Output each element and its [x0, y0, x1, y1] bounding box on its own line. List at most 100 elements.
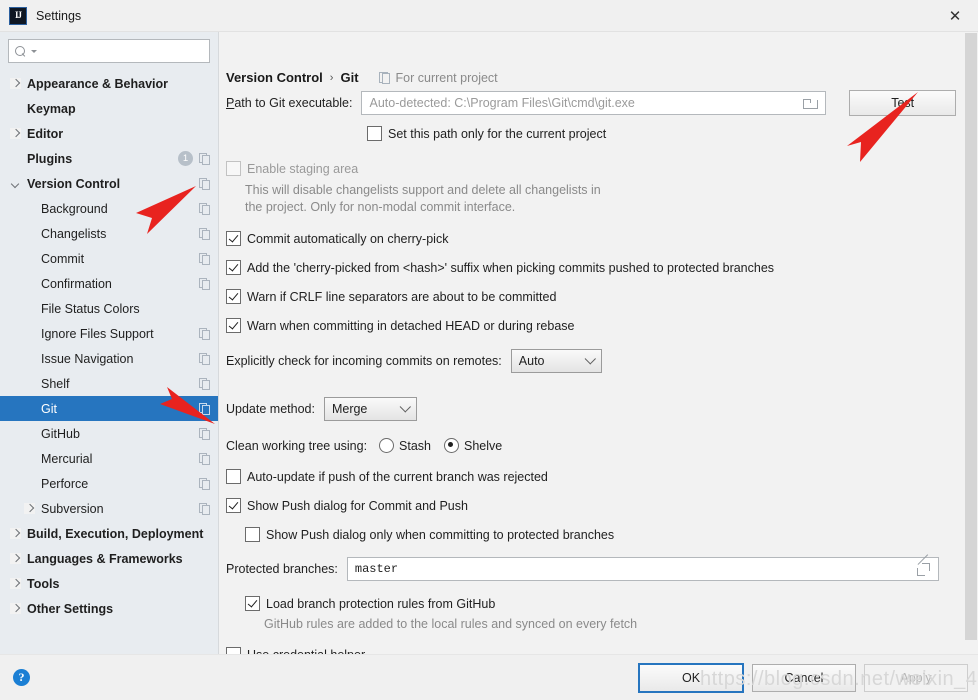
settings-tree: Appearance & Behavior Keymap Editor Plugins… [0, 69, 218, 654]
add-cherry-suffix-label: Add the 'cherry-picked from <hash>' suff… [247, 260, 775, 275]
sidebar-item-background[interactable]: Background [0, 196, 218, 221]
sidebar-item-mercurial[interactable]: Mercurial [0, 446, 218, 471]
add-cherry-suffix-checkbox[interactable] [226, 260, 241, 275]
sidebar-item-plugins[interactable]: Plugins 1 [0, 146, 218, 171]
sidebar-item-perforce[interactable]: Perforce [0, 471, 218, 496]
window-body: Appearance & Behavior Keymap Editor Plugins… [0, 32, 978, 654]
warn-crlf-row[interactable]: Warn if CRLF line separators are about t… [226, 289, 956, 304]
sidebar-item-commit[interactable]: Commit [0, 246, 218, 271]
enable-staging-hint-line2: the project. Only for non-modal commit i… [245, 200, 516, 214]
copy-settings-icon [378, 72, 390, 84]
warn-detached-head-row[interactable]: Warn when committing in detached HEAD or… [226, 318, 956, 333]
warn-detached-head-label: Warn when committing in detached HEAD or… [247, 318, 575, 333]
commit-auto-cherry-checkbox[interactable] [226, 231, 241, 246]
path-to-git-input[interactable]: Auto-detected: C:\Program Files\Git\cmd\… [361, 91, 827, 115]
folder-icon[interactable] [803, 98, 819, 109]
watermark-text: https://blog.csdn.net/weixin_47499953 [700, 668, 978, 690]
sidebar-item-icons [199, 246, 210, 271]
sidebar-item-shelf[interactable]: Shelf [0, 371, 218, 396]
chevron-right-icon[interactable] [10, 578, 21, 589]
sidebar-item-build-execution-deployment[interactable]: Build, Execution, Deployment [0, 521, 218, 546]
update-count-badge: 1 [178, 151, 193, 166]
sidebar-item-changelists[interactable]: Changelists [0, 221, 218, 246]
sidebar-item-label: Appearance & Behavior [27, 76, 169, 91]
sidebar-item-label: GitHub [41, 426, 80, 441]
clean-tree-shelve-radio[interactable] [444, 438, 460, 453]
clean-working-tree-label: Clean working tree using: [226, 438, 368, 453]
sidebar-item-icons [199, 496, 210, 521]
add-cherry-suffix-row[interactable]: Add the 'cherry-picked from <hash>' suff… [226, 260, 956, 275]
breadcrumb-separator: › [329, 71, 334, 84]
chevron-right-icon[interactable] [10, 78, 21, 89]
sidebar-item-label: Ignore Files Support [41, 326, 154, 341]
sidebar-item-label: Languages & Frameworks [27, 551, 183, 566]
warn-detached-head-checkbox[interactable] [226, 318, 241, 333]
sidebar-item-label: Mercurial [41, 451, 93, 466]
sidebar-item-confirmation[interactable]: Confirmation [0, 271, 218, 296]
sidebar-item-github[interactable]: GitHub [0, 421, 218, 446]
sidebar-item-languages-frameworks[interactable]: Languages & Frameworks [0, 546, 218, 571]
test-button[interactable]: Test [849, 90, 956, 116]
sidebar-item-icons [199, 171, 210, 196]
chevron-right-icon[interactable] [24, 503, 35, 514]
chevron-down-icon[interactable] [10, 178, 21, 189]
help-icon[interactable]: ? [13, 669, 30, 686]
sidebar-item-version-control[interactable]: Version Control [0, 171, 218, 196]
sidebar-item-label: Changelists [41, 226, 107, 241]
sidebar-item-file-status-colors[interactable]: File Status Colors [0, 296, 218, 321]
show-push-protected-checkbox[interactable] [245, 527, 260, 542]
scope-indicator: For current project [378, 71, 498, 85]
set-path-only-label: Set this path only for the current proje… [388, 126, 607, 141]
chevron-right-icon[interactable] [10, 553, 21, 564]
sidebar-item-issue-navigation[interactable]: Issue Navigation [0, 346, 218, 371]
update-method-select[interactable]: Merge [323, 397, 417, 421]
update-method-label: Update method: [226, 402, 315, 416]
incoming-commits-label: Explicitly check for incoming commits on… [226, 354, 502, 368]
sidebar-item-tools[interactable]: Tools [0, 571, 218, 596]
sidebar-item-label: Subversion [41, 501, 104, 516]
use-credential-helper-row[interactable]: Use credential helper [226, 647, 956, 654]
sidebar-item-icons [199, 221, 210, 246]
clean-tree-stash-radio[interactable] [379, 438, 395, 453]
project-settings-icon [199, 378, 210, 390]
set-path-only-checkbox[interactable] [367, 126, 382, 141]
sidebar-item-git[interactable]: Git [0, 396, 218, 421]
sidebar-item-subversion[interactable]: Subversion [0, 496, 218, 521]
sidebar-item-keymap[interactable]: Keymap [0, 96, 218, 121]
scrollbar-thumb[interactable] [965, 33, 977, 640]
load-branch-rules-label: Load branch protection rules from GitHub [266, 596, 496, 611]
show-push-dialog-checkbox[interactable] [226, 498, 241, 513]
chevron-right-icon[interactable] [10, 603, 21, 614]
use-credential-helper-checkbox[interactable] [226, 647, 241, 654]
sidebar-item-editor[interactable]: Editor [0, 121, 218, 146]
close-icon[interactable]: ✕ [932, 0, 978, 31]
show-push-protected-row[interactable]: Show Push dialog only when committing to… [245, 527, 956, 542]
sidebar-item-label: Build, Execution, Deployment [27, 526, 204, 541]
sidebar-item-ignore-files-support[interactable]: Ignore Files Support [0, 321, 218, 346]
incoming-commits-row: Explicitly check for incoming commits on… [226, 349, 956, 373]
commit-auto-cherry-row[interactable]: Commit automatically on cherry-pick [226, 231, 956, 246]
chevron-right-icon[interactable] [10, 528, 21, 539]
breadcrumb-parent[interactable]: Version Control [226, 70, 323, 85]
sidebar-item-label: Version Control [27, 176, 121, 191]
auto-update-push-row[interactable]: Auto-update if push of the current branc… [226, 469, 956, 484]
load-branch-rules-checkbox[interactable] [245, 596, 260, 611]
protected-branches-input[interactable]: master [346, 553, 939, 581]
search-icon [15, 45, 28, 58]
chevron-right-icon[interactable] [10, 128, 21, 139]
auto-update-push-checkbox[interactable] [226, 469, 241, 484]
set-path-only-row[interactable]: Set this path only for the current proje… [367, 126, 956, 141]
search-box[interactable] [8, 39, 210, 63]
sidebar-item-icons [199, 396, 210, 421]
search-input[interactable] [37, 42, 209, 60]
clean-tree-shelve-label: Shelve [464, 438, 503, 453]
sidebar-item-appearance-behavior[interactable]: Appearance & Behavior [0, 71, 218, 96]
load-branch-rules-row[interactable]: Load branch protection rules from GitHub [245, 596, 956, 611]
incoming-commits-select[interactable]: Auto [510, 349, 602, 373]
expand-icon[interactable] [916, 553, 930, 576]
content-scrollbar[interactable] [964, 32, 978, 654]
show-push-dialog-row[interactable]: Show Push dialog for Commit and Push [226, 498, 956, 513]
sidebar-item-other-settings[interactable]: Other Settings [0, 596, 218, 621]
warn-crlf-checkbox[interactable] [226, 289, 241, 304]
path-to-git-label: Path to Git executable: [226, 96, 353, 110]
